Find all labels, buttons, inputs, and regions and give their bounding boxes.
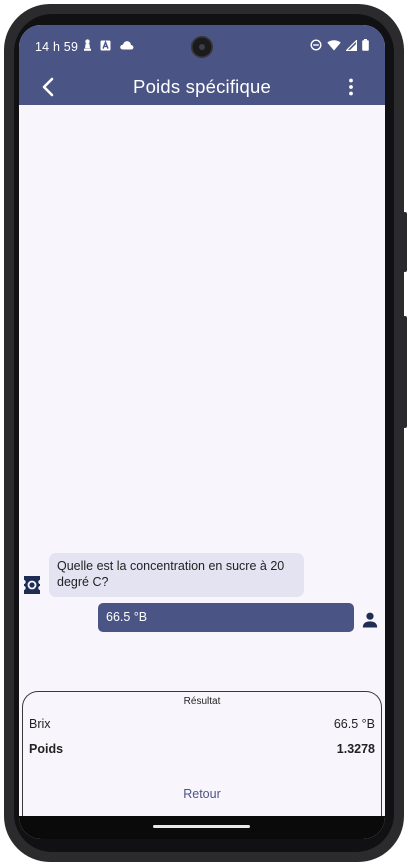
volume-button	[403, 316, 407, 428]
brix-value: 66.5 °B	[333, 717, 375, 731]
cloud-icon	[120, 41, 134, 50]
status-left-icons	[83, 39, 134, 51]
retour-button[interactable]: Retour	[23, 787, 381, 801]
chess-piece-icon	[84, 39, 91, 51]
app-bar: Poids spécifique	[19, 69, 385, 105]
poids-label: Poids	[29, 742, 64, 756]
user-message-bubble: 66.5 °B	[98, 603, 354, 632]
screen: 14 h 59 Poids spécifique Quelle est la c…	[19, 25, 385, 839]
bot-avatar-icon	[24, 576, 40, 594]
result-title: Résultat	[183, 696, 221, 707]
navigation-bar	[19, 816, 385, 839]
bot-message-text: Quelle est la concentration en sucre à 2…	[57, 559, 285, 589]
bot-message-bubble: Quelle est la concentration en sucre à 2…	[49, 553, 304, 597]
home-gesture-handle[interactable]	[153, 825, 250, 828]
wifi-icon	[327, 39, 341, 50]
status-time: 14 h 59	[35, 40, 79, 54]
person-icon	[362, 612, 378, 628]
brix-label: Brix	[29, 717, 51, 731]
poids-value: 1.3278	[336, 742, 375, 756]
battery-icon	[362, 39, 369, 51]
a-box-icon	[100, 39, 111, 50]
page-title: Poids spécifique	[133, 76, 271, 97]
power-button	[403, 212, 407, 272]
status-bar: 14 h 59	[19, 25, 385, 69]
more-vert-icon	[349, 78, 353, 96]
signal-icon	[346, 39, 357, 51]
result-panel: Résultat Brix 66.5 °B Poids 1.3278 Retou…	[22, 691, 382, 821]
do-not-disturb-icon	[310, 39, 322, 51]
status-right-icons	[310, 39, 369, 51]
user-message-text: 66.5 °B	[106, 610, 148, 624]
front-camera	[191, 36, 213, 58]
more-options-button[interactable]	[339, 75, 363, 99]
